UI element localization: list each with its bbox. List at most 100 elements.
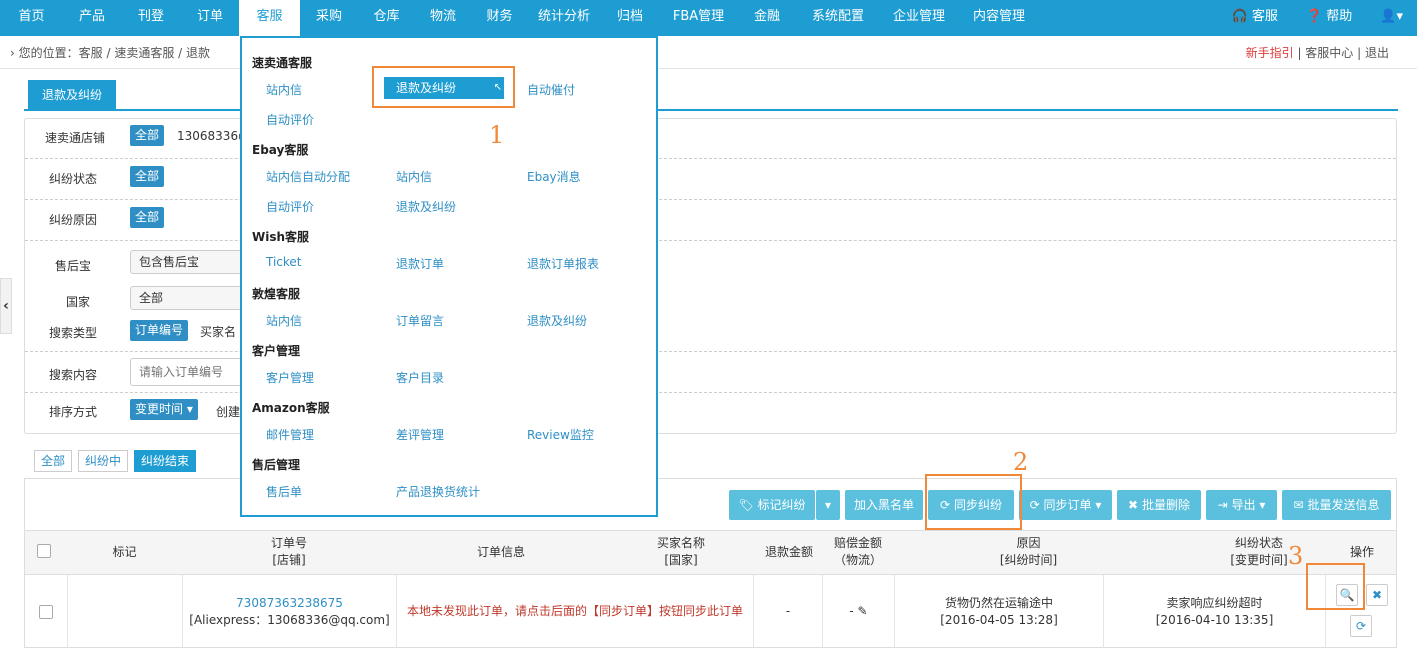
menu-amazon-review-monitor[interactable]: Review监控 xyxy=(527,426,594,443)
nav-customer-service[interactable]: 客服 xyxy=(239,0,300,36)
menu-ebay-refund-dispute[interactable]: 退款及纠纷 xyxy=(396,198,456,215)
menu-dh-messages[interactable]: 站内信 xyxy=(266,312,302,329)
menu-ali-auto-pay-reminder[interactable]: 自动催付 xyxy=(527,81,575,98)
menu-amazon-mail[interactable]: 邮件管理 xyxy=(266,426,314,443)
nav-purchase[interactable]: 采购 xyxy=(300,0,358,36)
batch-delete-button[interactable]: ✖ 批量删除 xyxy=(1117,490,1201,520)
header-order: 订单号 [店铺] xyxy=(270,536,307,567)
reason-all-button[interactable]: 全部 xyxy=(130,207,165,228)
search-type-buyer-option[interactable]: 买家名 xyxy=(200,323,236,340)
sort-created-option[interactable]: 创建 xyxy=(216,403,240,420)
service-center-link[interactable]: 客服中心 xyxy=(1305,46,1353,60)
menu-return-statistics[interactable]: 产品退换货统计 xyxy=(396,483,480,500)
menu-ebay-messages[interactable]: 站内信 xyxy=(396,168,432,185)
breadcrumb-item[interactable]: 退款 xyxy=(186,46,210,60)
nav-finance[interactable]: 财务 xyxy=(471,0,528,36)
menu-customer-manage[interactable]: 客户管理 xyxy=(266,369,314,386)
annotation-box-2 xyxy=(925,474,1022,530)
menu-wish-refund-report[interactable]: 退款订单报表 xyxy=(527,255,599,272)
envelope-icon: ✉ xyxy=(1293,498,1304,512)
refresh-button[interactable]: ⟳ xyxy=(1350,615,1372,637)
menu-ebay-auto-review[interactable]: 自动评价 xyxy=(266,198,314,215)
nav-content[interactable]: 内容管理 xyxy=(959,0,1039,36)
group-aftersale: 售后管理 xyxy=(252,458,301,472)
refund-amount: - xyxy=(753,575,822,648)
shop-all-button[interactable]: 全部 xyxy=(130,125,165,146)
breadcrumb-item[interactable]: 速卖通客服 xyxy=(114,46,174,60)
breadcrumb-item[interactable]: 客服 xyxy=(79,46,103,60)
menu-dh-order-notes[interactable]: 订单留言 xyxy=(396,312,444,329)
nav-finance-service[interactable]: 金融 xyxy=(737,0,797,36)
batch-send-button[interactable]: ✉ 批量发送信息 xyxy=(1282,490,1391,520)
subtab-all[interactable]: 全部 xyxy=(34,450,73,472)
caret-down-icon: ▾ xyxy=(824,498,832,512)
menu-dh-refund-dispute[interactable]: 退款及纠纷 xyxy=(527,312,587,329)
export-button[interactable]: ⇥ 导出 ▾ xyxy=(1206,490,1277,520)
mark-dropdown-button[interactable]: ▾ xyxy=(816,490,840,520)
menu-ebay-notices[interactable]: Ebay消息 xyxy=(527,168,581,185)
order-number-link[interactable]: 73087363238675 xyxy=(183,595,396,612)
header-info: 订单信息 xyxy=(476,545,525,559)
menu-customer-directory[interactable]: 客户目录 xyxy=(396,369,444,386)
header-compensation: 赔偿金额 （物流） xyxy=(833,536,882,567)
nav-logistics[interactable]: 物流 xyxy=(415,0,471,36)
group-customer: 客户管理 xyxy=(252,344,301,358)
refresh-icon: ⟳ xyxy=(1029,498,1040,512)
close-button[interactable]: ✖ xyxy=(1366,584,1388,606)
blacklist-button[interactable]: 加入黑名单 xyxy=(845,490,923,520)
order-info: 本地未发现此订单，请点击后面的【同步订单】按钮同步此订单 xyxy=(396,575,753,648)
nav-enterprise[interactable]: 企业管理 xyxy=(879,0,959,36)
aftersale-select[interactable]: 包含售后宝 xyxy=(130,250,250,274)
nav-fba[interactable]: FBA管理 xyxy=(660,0,737,36)
breadcrumb: › 您的位置：客服 / 速卖通客服 / 退款 xyxy=(10,46,211,60)
nav-product[interactable]: 产品 xyxy=(63,0,121,36)
table-row: 73087363238675 [Aliexpress：13068336@qq.c… xyxy=(25,575,1396,648)
menu-wish-ticket[interactable]: Ticket xyxy=(266,255,302,269)
menu-ebay-auto-assign[interactable]: 站内信自动分配 xyxy=(266,168,350,185)
subtab-in-dispute[interactable]: 纠纷中 xyxy=(78,450,129,472)
filter-panel: 速卖通店铺 全部 13068336@ 纠纷状态 全部 纠纷原因 全部 售后宝 包… xyxy=(24,118,1397,434)
logout-link[interactable]: 退出 xyxy=(1365,46,1389,60)
nav-warehouse[interactable]: 仓库 xyxy=(358,0,415,36)
status-all-button[interactable]: 全部 xyxy=(130,166,165,187)
sync-order-button[interactable]: ⟳ 同步订单 ▾ xyxy=(1019,490,1112,520)
menu-ali-messages[interactable]: 站内信 xyxy=(266,81,302,98)
row-checkbox[interactable] xyxy=(39,604,53,619)
breadcrumb-bar: › 您的位置：客服 / 速卖通客服 / 退款 新手指引 | 客服中心 | 退出 xyxy=(0,37,1417,69)
chevron-right-icon: › xyxy=(10,46,15,60)
sidebar-collapse-button[interactable]: ‹ xyxy=(0,278,12,334)
nav-listing[interactable]: 刊登 xyxy=(121,0,181,36)
search-content-label: 搜索内容 xyxy=(48,368,97,382)
nav-system-config[interactable]: 系统配置 xyxy=(797,0,879,36)
search-type-label: 搜索类型 xyxy=(48,326,97,340)
row-reason: 货物仍然在运输途中 [2016-04-05 13:28] xyxy=(894,575,1103,648)
search-input[interactable] xyxy=(130,358,250,386)
annotation-number-3: 3 xyxy=(1288,542,1304,570)
select-all-checkbox[interactable] xyxy=(37,544,51,558)
mark-dispute-button[interactable]: 🏷 标记纠纷 xyxy=(729,490,815,520)
customer-service-dropdown: 速卖通客服 站内信 退款及纠纷 ↖ 自动催付 自动评价 Ebay客服 站内信自动分… xyxy=(240,36,658,517)
country-select[interactable]: 全部 xyxy=(130,286,250,310)
row-status: 卖家响应纠纷超时 [2016-04-10 13:35] xyxy=(1103,575,1325,648)
guide-link[interactable]: 新手指引 xyxy=(1246,46,1294,60)
menu-wish-refund-orders[interactable]: 退款订单 xyxy=(396,255,444,272)
nav-home[interactable]: 首页 xyxy=(0,0,63,36)
nav-statistics[interactable]: 统计分析 xyxy=(528,0,600,36)
export-icon: ⇥ xyxy=(1217,498,1228,512)
nav-archive[interactable]: 归档 xyxy=(600,0,660,36)
nav-support[interactable]: 🎧 客服 xyxy=(1218,0,1292,36)
question-icon: ❓ xyxy=(1305,9,1323,24)
nav-order[interactable]: 订单 xyxy=(181,0,239,36)
edit-icon[interactable]: ✎ xyxy=(858,603,868,620)
country-label: 国家 xyxy=(65,295,90,309)
sort-select[interactable]: 变更时间 ▾ xyxy=(130,399,198,420)
search-type-order-button[interactable]: 订单编号 xyxy=(130,320,189,341)
menu-aftersale-orders[interactable]: 售后单 xyxy=(266,483,302,500)
menu-ali-auto-review[interactable]: 自动评价 xyxy=(266,111,314,128)
user-menu[interactable]: 👤▾ xyxy=(1366,0,1417,36)
row-order: 73087363238675 [Aliexpress：13068336@qq.c… xyxy=(182,575,396,648)
menu-amazon-negative-review[interactable]: 差评管理 xyxy=(396,426,444,443)
subtab-dispute-ended[interactable]: 纠纷结束 xyxy=(134,450,197,472)
nav-help[interactable]: ❓ 帮助 xyxy=(1292,0,1366,36)
tab-refund-dispute[interactable]: 退款及纠纷 xyxy=(28,80,117,111)
